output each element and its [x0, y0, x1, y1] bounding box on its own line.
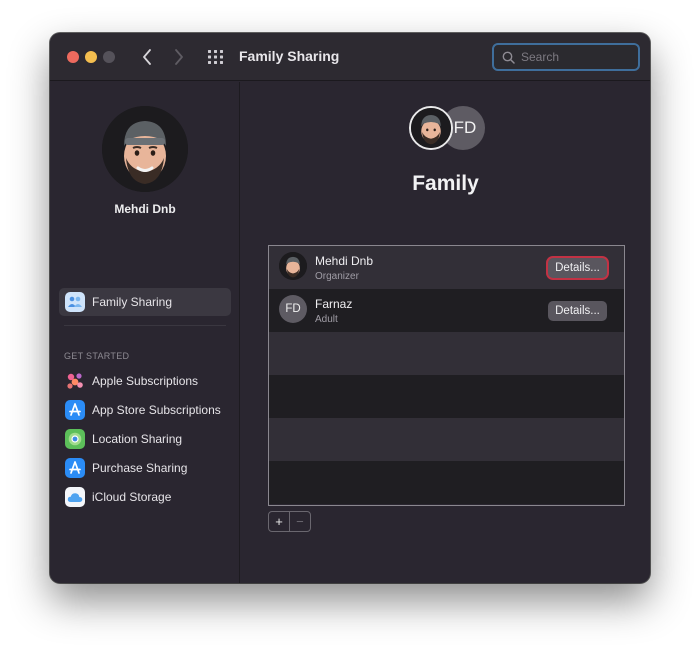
sidebar-item-apple-subscriptions[interactable]: Apple Subscriptions [59, 367, 231, 395]
empty-row [269, 332, 624, 375]
zoom-window-button[interactable] [103, 51, 115, 63]
sidebar-item-app-store-subscriptions[interactable]: App Store Subscriptions [59, 396, 231, 424]
sidebar-divider [64, 325, 226, 326]
member-role: Adult [315, 314, 338, 325]
sidebar-item-label: iCloud Storage [92, 490, 172, 504]
sidebar-item-label: Location Sharing [92, 432, 183, 446]
sidebar-item-family-sharing[interactable]: Family Sharing [59, 288, 231, 316]
chevron-left-icon [143, 49, 151, 65]
show-all-button[interactable] [205, 47, 227, 67]
show-all-grid-icon [208, 50, 223, 64]
memoji-avatar-icon [279, 252, 307, 280]
memoji-avatar-icon [102, 106, 188, 192]
add-member-button[interactable]: + [269, 512, 289, 531]
minimize-window-button[interactable] [85, 51, 97, 63]
title-bar: Family Sharing [50, 33, 650, 81]
empty-row [269, 375, 624, 418]
search-field[interactable] [492, 43, 640, 71]
sidebar-item-label: App Store Subscriptions [92, 403, 221, 417]
location-sharing-icon [65, 429, 85, 449]
search-input[interactable] [521, 50, 631, 64]
chevron-right-icon [175, 49, 183, 65]
sidebar-item-purchase-sharing[interactable]: Purchase Sharing [59, 454, 231, 482]
member-row[interactable]: Mehdi Dnb Organizer Details... [269, 246, 624, 289]
sidebar-item-label: Family Sharing [92, 295, 173, 309]
add-remove-control: + − [268, 511, 311, 532]
member-name: Farnaz [315, 297, 353, 311]
app-store-icon [65, 400, 85, 420]
family-sharing-icon [65, 292, 85, 312]
sidebar-section-header: GET STARTED [64, 351, 130, 361]
profile-avatar[interactable] [102, 106, 188, 192]
memoji-avatar-icon [409, 106, 453, 150]
back-button[interactable] [136, 45, 158, 69]
apple-subscriptions-icon [65, 371, 85, 391]
member-row[interactable]: FD Farnaz Adult Details... [269, 289, 624, 332]
forward-button[interactable] [168, 45, 190, 69]
close-window-button[interactable] [67, 51, 79, 63]
window-title: Family Sharing [239, 48, 340, 64]
member-name: Mehdi Dnb [315, 254, 374, 268]
details-button[interactable]: Details... [548, 258, 607, 278]
sidebar-item-label: Apple Subscriptions [92, 374, 199, 388]
sidebar-item-location-sharing[interactable]: Location Sharing [59, 425, 231, 453]
family-title: Family [412, 172, 479, 195]
search-icon [502, 51, 515, 64]
icloud-icon [65, 487, 85, 507]
profile-name: Mehdi Dnb [114, 202, 176, 216]
sidebar-item-icloud-storage[interactable]: iCloud Storage [59, 483, 231, 511]
sidebar: Mehdi Dnb Family Sharing GET STARTED App… [50, 82, 240, 583]
empty-row [269, 418, 624, 461]
sidebar-item-label: Purchase Sharing [92, 461, 188, 475]
details-button[interactable]: Details... [548, 301, 607, 321]
family-avatars: FD [409, 106, 485, 152]
member-initials-avatar: FD [279, 295, 307, 323]
system-preferences-window: Family Sharing Mehdi Dnb [50, 33, 650, 583]
empty-row [269, 461, 624, 504]
purchase-sharing-icon [65, 458, 85, 478]
family-pane: FD Family Mehdi Dnb Organizer Details...… [241, 82, 650, 583]
remove-member-button[interactable]: − [290, 512, 310, 531]
family-members-list: Mehdi Dnb Organizer Details... FD Farnaz… [268, 245, 625, 506]
member-role: Organizer [315, 271, 359, 282]
